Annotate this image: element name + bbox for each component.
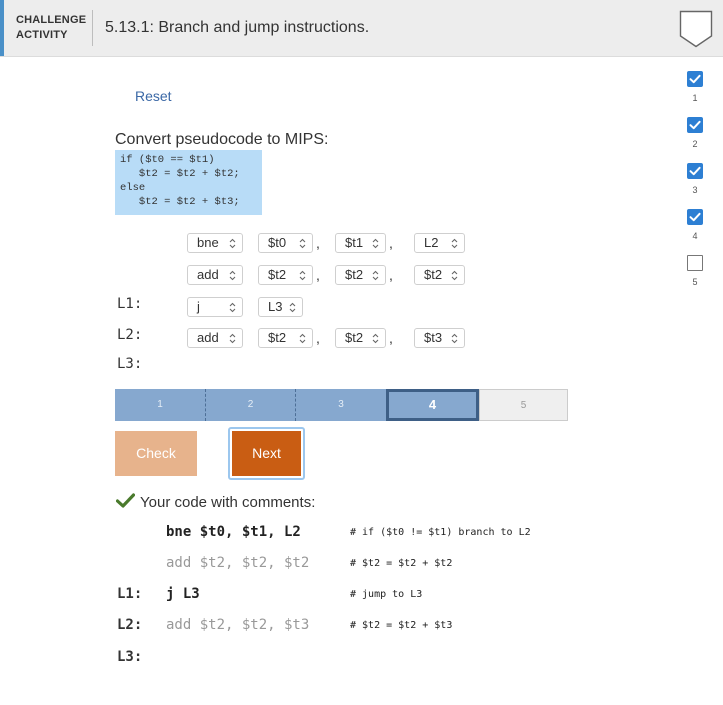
up-down-chevron-icon bbox=[299, 270, 306, 281]
operand-dropdown[interactable]: $t0 bbox=[258, 233, 313, 253]
level-1-button[interactable]: 1 bbox=[115, 389, 206, 421]
operand-value: $t2 bbox=[268, 267, 287, 282]
next-button[interactable]: Next bbox=[232, 431, 301, 476]
code-line: j L3 bbox=[166, 586, 200, 602]
progress-step-number: 5 bbox=[692, 277, 698, 287]
opcode-value: add bbox=[197, 267, 219, 282]
up-down-chevron-icon bbox=[299, 333, 306, 344]
reset-button[interactable]: Reset bbox=[135, 88, 172, 104]
progress-step-2[interactable]: 2 bbox=[686, 117, 704, 149]
pseudocode-block: if ($t0 == $t1) $t2 = $t2 + $t2; else $t… bbox=[115, 150, 262, 215]
up-down-chevron-icon bbox=[372, 270, 379, 281]
checkbox-checked-icon bbox=[687, 117, 703, 133]
code-line: add $t2, $t2, $t3 bbox=[166, 617, 310, 633]
feedback-message: Your code with comments: bbox=[140, 494, 316, 511]
operand-dropdown[interactable]: $t2 bbox=[258, 265, 313, 285]
opcode-dropdown[interactable]: add bbox=[187, 265, 243, 285]
operand-dropdown[interactable]: $t2 bbox=[335, 328, 386, 348]
opcode-value: add bbox=[197, 330, 219, 345]
operand-value: $t2 bbox=[345, 267, 364, 282]
operand-separator: , bbox=[316, 330, 320, 346]
operand-value: $t2 bbox=[424, 267, 443, 282]
opcode-value: bne bbox=[197, 235, 219, 250]
operand-dropdown[interactable]: L3 bbox=[258, 297, 303, 317]
up-down-chevron-icon bbox=[229, 302, 236, 313]
operand-value: L3 bbox=[268, 299, 283, 314]
code-line: add $t2, $t2, $t2 bbox=[166, 555, 310, 571]
operand-dropdown[interactable]: $t2 bbox=[414, 265, 465, 285]
operand-value: L2 bbox=[424, 235, 439, 250]
up-down-chevron-icon bbox=[299, 238, 306, 249]
up-down-chevron-icon bbox=[229, 333, 236, 344]
opcode-dropdown[interactable]: add bbox=[187, 328, 243, 348]
up-down-chevron-icon bbox=[451, 333, 458, 344]
code-line-label: L1: bbox=[117, 586, 143, 602]
level-4-button[interactable]: 4 bbox=[386, 389, 479, 421]
operand-separator: , bbox=[316, 235, 320, 251]
header-accent-bar bbox=[0, 0, 4, 56]
progress-step-3[interactable]: 3 bbox=[686, 163, 704, 195]
operand-separator: , bbox=[389, 235, 393, 251]
progress-step-number: 2 bbox=[692, 139, 698, 149]
code-comment: # $t2 = $t2 + $t3 bbox=[350, 620, 453, 631]
opcode-dropdown[interactable]: bne bbox=[187, 233, 243, 253]
operand-separator: , bbox=[389, 330, 393, 346]
opcode-dropdown[interactable]: j bbox=[187, 297, 243, 317]
up-down-chevron-icon bbox=[229, 238, 236, 249]
progress-step-5[interactable]: 5 bbox=[686, 255, 704, 287]
activity-label-line2: ACTIVITY bbox=[16, 29, 68, 41]
code-comment: # jump to L3 bbox=[350, 589, 423, 600]
operand-value: $t2 bbox=[345, 330, 364, 345]
header-divider bbox=[92, 10, 93, 46]
operand-separator: , bbox=[316, 267, 320, 283]
progress-step-number: 4 bbox=[692, 231, 698, 241]
operand-separator: , bbox=[389, 267, 393, 283]
level-progress-bar: 12345 bbox=[115, 389, 568, 421]
question-prompt: Convert pseudocode to MIPS: bbox=[115, 131, 329, 148]
checkbox-empty-icon bbox=[687, 255, 703, 271]
operand-dropdown[interactable]: $t1 bbox=[335, 233, 386, 253]
progress-step-number: 3 bbox=[692, 185, 698, 195]
operand-value: $t3 bbox=[424, 330, 443, 345]
operand-value: $t1 bbox=[345, 235, 364, 250]
up-down-chevron-icon bbox=[451, 270, 458, 281]
code-comment: # if ($t0 != $t1) branch to L2 bbox=[350, 527, 531, 538]
up-down-chevron-icon bbox=[372, 238, 379, 249]
code-line: bne $t0, $t1, L2 bbox=[166, 524, 301, 540]
code-comment: # $t2 = $t2 + $t2 bbox=[350, 558, 453, 569]
checkbox-checked-icon bbox=[687, 71, 703, 87]
operand-dropdown[interactable]: $t2 bbox=[258, 328, 313, 348]
progress-step-4[interactable]: 4 bbox=[686, 209, 704, 241]
level-2-button[interactable]: 2 bbox=[206, 389, 296, 421]
operand-value: $t2 bbox=[268, 330, 287, 345]
up-down-chevron-icon bbox=[229, 270, 236, 281]
operand-dropdown[interactable]: $t3 bbox=[414, 328, 465, 348]
operand-value: $t0 bbox=[268, 235, 287, 250]
operand-dropdown[interactable]: L2 bbox=[414, 233, 465, 253]
check-button[interactable]: Check bbox=[115, 431, 197, 476]
code-line-label: L2: bbox=[117, 617, 143, 633]
up-down-chevron-icon bbox=[289, 302, 296, 313]
activity-title: 5.13.1: Branch and jump instructions. bbox=[105, 19, 370, 36]
progress-step-number: 1 bbox=[692, 93, 698, 103]
opcode-value: j bbox=[197, 299, 200, 314]
progress-step-1[interactable]: 1 bbox=[686, 71, 704, 103]
line-label: L1: bbox=[117, 296, 143, 312]
level-3-button[interactable]: 3 bbox=[296, 389, 386, 421]
operand-dropdown[interactable]: $t2 bbox=[335, 265, 386, 285]
code-line-label: L3: bbox=[117, 649, 143, 665]
check-mark-icon bbox=[116, 493, 135, 508]
checkbox-checked-icon bbox=[687, 163, 703, 179]
up-down-chevron-icon bbox=[372, 333, 379, 344]
line-label: L2: bbox=[117, 327, 143, 343]
level-5-button[interactable]: 5 bbox=[479, 389, 568, 421]
activity-header: CHALLENGE ACTIVITY 5.13.1: Branch and ju… bbox=[0, 0, 723, 57]
line-label: L3: bbox=[117, 356, 143, 372]
activity-label-line1: CHALLENGE bbox=[16, 14, 87, 26]
activity-type-label: CHALLENGE ACTIVITY bbox=[16, 13, 86, 43]
checkbox-checked-icon bbox=[687, 209, 703, 225]
shield-outline-icon bbox=[679, 10, 713, 48]
up-down-chevron-icon bbox=[451, 238, 458, 249]
